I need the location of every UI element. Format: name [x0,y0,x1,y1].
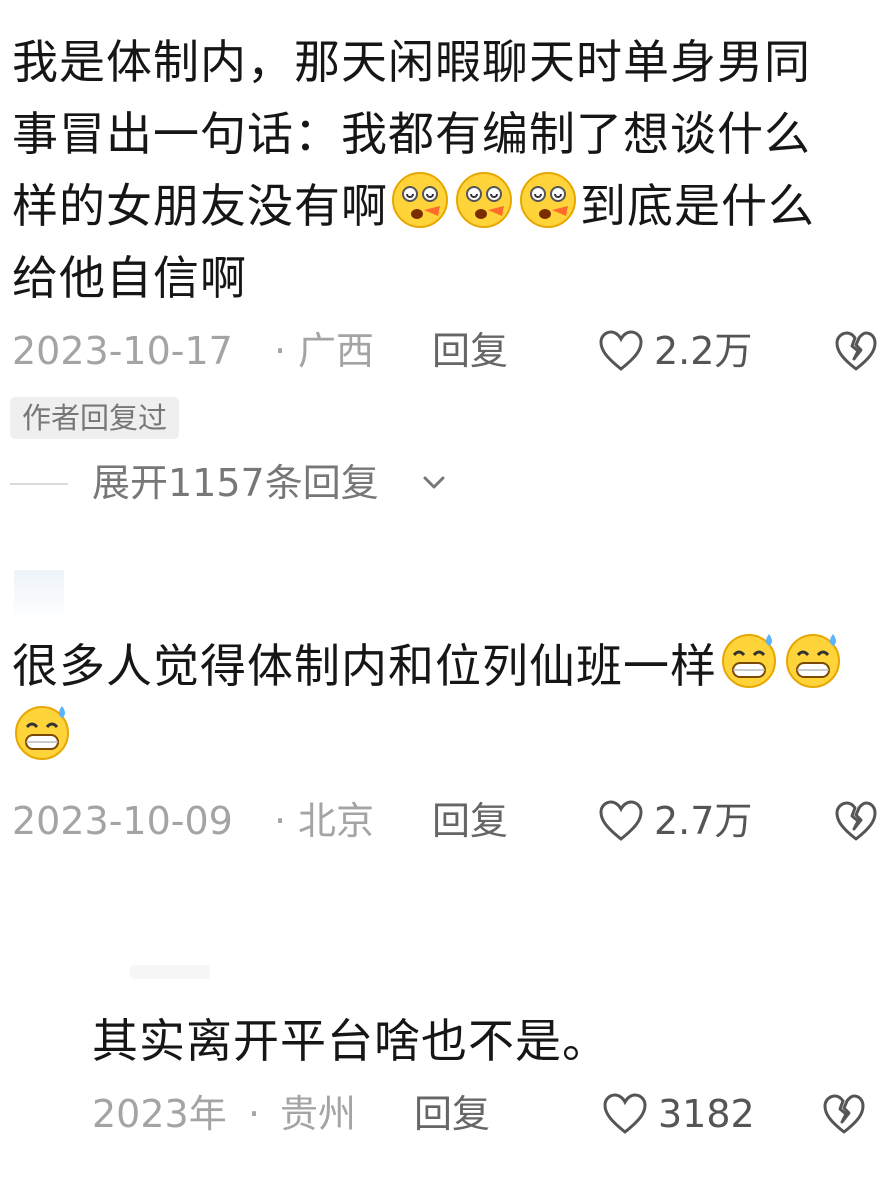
comment-2-text: 很多人觉得体制内和位列仙班一样 [12,630,877,774]
broken-heart-icon[interactable] [834,329,878,373]
chevron-down-icon [423,476,445,489]
faded-username [130,965,210,979]
heart-outline-icon[interactable] [598,329,644,373]
comment-location: 广西 [298,329,375,373]
avatar[interactable] [14,570,64,614]
comment-1-line-2: 事冒出一句话：我都有编制了想谈什么 [12,107,811,161]
reply-button[interactable]: 回复 [432,793,508,849]
like-count: 2.2万 [654,329,753,373]
comment-location: 贵州 [280,1092,357,1136]
comment-3-body: 其实离开平台啥也不是。 [92,1014,609,1068]
comment-3-text: 其实离开平台啥也不是。 [92,1005,872,1077]
comment-1-meta: 2023-10-17 · 广西 回复 2.2万 [12,323,877,379]
dizzy-face-emoji-icon [520,172,576,228]
reply-button[interactable]: 回复 [432,323,508,379]
heart-outline-icon[interactable] [598,799,644,843]
like-count: 2.7万 [654,799,753,843]
comment-2-body: 很多人觉得体制内和位列仙班一样 [12,639,717,693]
heart-outline-icon[interactable] [602,1092,648,1136]
comment-date: 2023年 [92,1092,227,1136]
comment-location: 北京 [298,799,375,843]
comment-1-line-3-tail: 到底是什么 [580,179,815,233]
comment-1-line-1: 我是体制内，那天闲暇聊天时单身男同 [12,35,811,89]
comment-1-line-3: 样的女朋友没有啊 到底是什么 [12,170,877,242]
dizzy-face-emoji-icon [392,172,448,228]
expand-replies-label: 展开1157条回复 [92,461,379,505]
reply-button[interactable]: 回复 [414,1086,490,1142]
comment-date: 2023-10-17 [12,329,233,373]
comment-2-meta: 2023-10-09 · 北京 回复 2.7万 [12,793,877,849]
broken-heart-icon[interactable] [834,799,878,843]
comment-date: 2023-10-09 [12,799,233,843]
comment-1-line-3-text: 样的女朋友没有啊 [12,179,388,233]
grinning-sweat-emoji-icon [15,706,69,760]
comment-1-line-4: 给他自信啊 [12,251,247,305]
grinning-sweat-emoji-icon [786,634,840,688]
author-replied-badge: 作者回复过 [10,397,180,439]
like-count: 3182 [658,1092,755,1136]
comment-1-text: 我是体制内，那天闲暇聊天时单身男同 事冒出一句话：我都有编制了想谈什么 样的女朋… [12,26,877,314]
meta-separator: · [248,1092,261,1136]
divider-line [10,483,68,485]
dizzy-face-emoji-icon [456,172,512,228]
meta-separator: · [274,329,287,373]
meta-separator: · [274,799,287,843]
comment-3-meta: 2023年 · 贵州 回复 3182 [92,1086,877,1142]
grinning-sweat-emoji-icon [722,634,776,688]
broken-heart-icon[interactable] [822,1092,866,1136]
